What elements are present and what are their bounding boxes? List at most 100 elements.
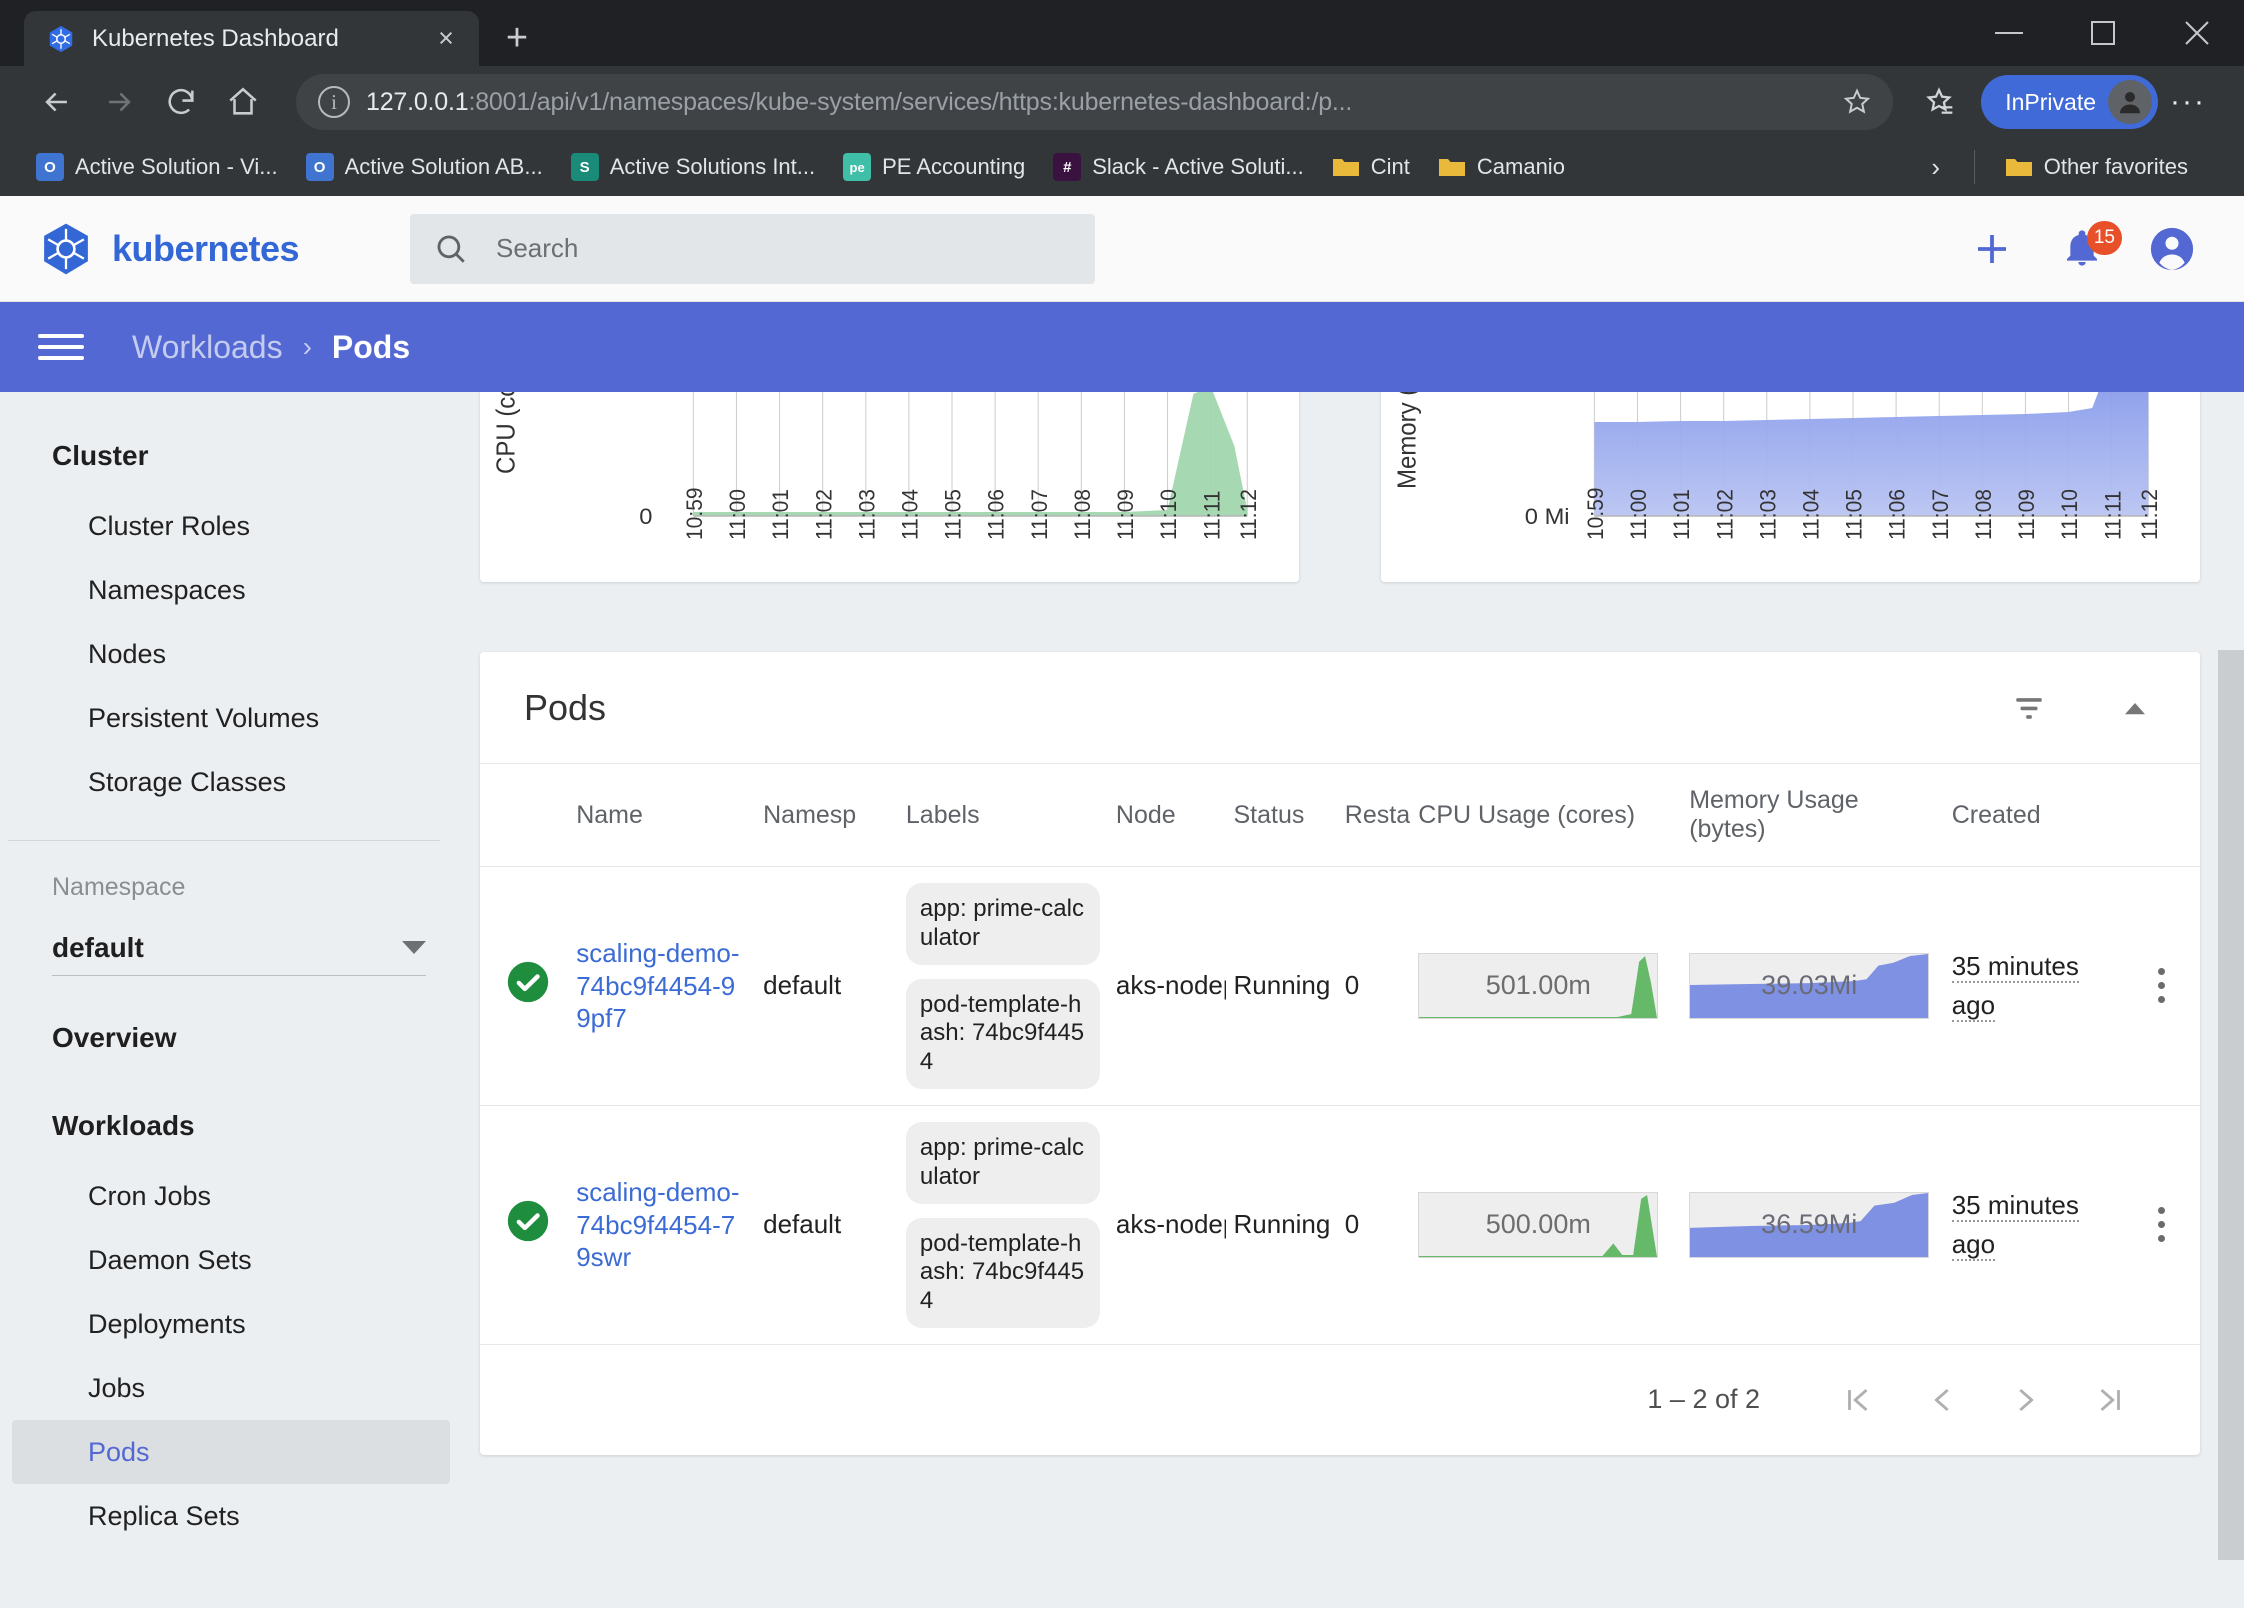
kubernetes-icon — [46, 24, 76, 54]
bell-icon[interactable]: 15 — [2058, 220, 2122, 273]
close-icon[interactable]: × — [427, 20, 465, 58]
previous-page-icon[interactable] — [1900, 1358, 1984, 1442]
bookmark-folder[interactable]: Cint — [1318, 144, 1424, 190]
bookmark-item[interactable]: S Active Solutions Int... — [557, 144, 829, 190]
pod-menu-cell — [2122, 866, 2200, 1106]
scrollbar-thumb[interactable] — [2218, 650, 2244, 1560]
search-input[interactable]: Search — [410, 213, 1095, 284]
browser-navbar: i 127.0.0.1:8001/api/v1/namespaces/kube-… — [0, 66, 2244, 138]
svg-text:11:08: 11:08 — [1069, 489, 1095, 540]
pod-name-link[interactable]: scaling-demo-74bc9f4454-99pf7 — [576, 938, 739, 1033]
account-avatar-icon[interactable] — [2108, 80, 2152, 124]
sidebar-item-persistent-volumes[interactable]: Persistent Volumes — [12, 686, 450, 750]
sidebar-item-namespaces[interactable]: Namespaces — [12, 558, 450, 622]
page-scrollbar[interactable] — [2218, 392, 2244, 1608]
cpu-sparkline: 501.00m — [1418, 952, 1659, 1019]
svg-text:11:01: 11:01 — [1668, 489, 1694, 540]
namespace-select[interactable]: default — [52, 920, 426, 976]
svg-text:11:08: 11:08 — [1970, 489, 1996, 540]
account-circle-icon[interactable] — [2148, 225, 2196, 273]
sidebar-item-pods[interactable]: Pods — [12, 1420, 450, 1484]
bookmark-item[interactable]: O Active Solution - Vi... — [22, 144, 292, 190]
chevron-up-icon[interactable] — [2112, 685, 2158, 731]
info-icon[interactable]: i — [318, 86, 350, 118]
svg-text:11:00: 11:00 — [1625, 489, 1651, 540]
sidebar-item-storage-classes[interactable]: Storage Classes — [12, 750, 450, 814]
pod-restarts: 0 — [1344, 1209, 1360, 1240]
back-icon[interactable] — [26, 71, 88, 133]
favorite-star-icon[interactable] — [1831, 76, 1883, 128]
th-name[interactable]: Name — [568, 764, 755, 867]
table-row[interactable]: scaling-demo-74bc9f4454-99pf7 default ap… — [480, 866, 2200, 1106]
check-circle-icon — [506, 1201, 550, 1249]
breadcrumb-parent[interactable]: Workloads — [132, 329, 283, 366]
address-bar[interactable]: i 127.0.0.1:8001/api/v1/namespaces/kube-… — [296, 74, 1894, 130]
browser-tab[interactable]: Kubernetes Dashboard × — [24, 11, 479, 66]
pod-name-link[interactable]: scaling-demo-74bc9f4454-79swr — [576, 1177, 739, 1272]
last-page-icon[interactable] — [2068, 1358, 2152, 1442]
hamburger-menu-icon[interactable] — [38, 324, 84, 370]
other-favorites-folder[interactable]: Other favorites — [1991, 144, 2202, 190]
pod-node-cell: aks-nodepoo 178628 vmss00 — [1107, 866, 1226, 1106]
th-cpu-usage[interactable]: CPU Usage (cores) — [1410, 764, 1681, 867]
label-chip: pod-template-hash: 74bc9f4454 — [905, 978, 1100, 1089]
app-toolbar: Workloads › Pods — [0, 302, 2244, 392]
sidebar-item-replica-sets[interactable]: Replica Sets — [12, 1484, 450, 1548]
reload-icon[interactable] — [150, 71, 212, 133]
maximize-icon[interactable] — [2056, 0, 2150, 66]
label-chip: app: prime-calculator — [905, 1121, 1100, 1204]
folder-icon — [1438, 153, 1466, 181]
next-page-icon[interactable] — [1984, 1358, 2068, 1442]
svg-text:10:59: 10:59 — [681, 487, 707, 540]
home-icon[interactable] — [212, 71, 274, 133]
kebab-menu-icon[interactable] — [2130, 1207, 2192, 1243]
browser-more-icon[interactable]: ··· — [2158, 72, 2218, 132]
app-logo[interactable]: kubernetes — [38, 221, 338, 277]
svg-text:11:10: 11:10 — [1155, 489, 1181, 540]
th-created[interactable]: Created — [1944, 764, 2123, 867]
th-memory-usage[interactable]: Memory Usage (bytes) — [1681, 764, 1944, 867]
bookmarks-overflow-icon[interactable]: › — [1914, 145, 1958, 189]
svg-text:11:06: 11:06 — [983, 489, 1009, 540]
sidebar-group-overview[interactable]: Overview — [0, 976, 470, 1076]
pods-card-actions — [2006, 685, 2158, 731]
svg-text:11:09: 11:09 — [1112, 489, 1138, 540]
minimize-icon[interactable] — [1962, 0, 2056, 66]
pod-namespace-cell: default — [755, 866, 898, 1106]
pod-restarts-cell: 0 — [1336, 866, 1411, 1106]
sidebar-item-deployments[interactable]: Deployments — [12, 1292, 450, 1356]
sidebar-item-jobs[interactable]: Jobs — [12, 1356, 450, 1420]
th-labels[interactable]: Labels — [898, 764, 1108, 867]
bookmark-label: Slack - Active Soluti... — [1092, 154, 1304, 179]
plus-icon[interactable] — [1968, 225, 2016, 273]
sidebar-item-daemon-sets[interactable]: Daemon Sets — [12, 1228, 450, 1292]
table-row[interactable]: scaling-demo-74bc9f4454-79swr default ap… — [480, 1105, 2200, 1345]
sidebar-item-cron-jobs[interactable]: Cron Jobs — [12, 1164, 450, 1228]
bookmark-item[interactable]: pe PE Accounting — [829, 144, 1039, 190]
browser-window: Kubernetes Dashboard × + i 127.0.0.1:800… — [0, 0, 2244, 1608]
bookmark-folder[interactable]: Camanio — [1424, 144, 1579, 190]
sidebar-item-cluster-roles[interactable]: Cluster Roles — [12, 494, 450, 558]
bookmark-item[interactable]: O Active Solution AB... — [292, 144, 557, 190]
svg-text:11:12: 11:12 — [2136, 489, 2162, 540]
bookmark-label: PE Accounting — [882, 154, 1026, 179]
collections-icon[interactable] — [1911, 74, 1967, 130]
inprivate-indicator[interactable]: InPrivate — [1981, 75, 2158, 129]
th-namespace[interactable]: Namesp — [755, 764, 898, 867]
pagination: 1 – 2 of 2 — [480, 1345, 2200, 1455]
close-window-icon[interactable] — [2150, 0, 2244, 66]
th-restarts[interactable]: Restarts — [1337, 764, 1411, 867]
app-logo-text: kubernetes — [112, 227, 300, 269]
sidebar-item-nodes[interactable]: Nodes — [12, 622, 450, 686]
pod-created: 35 minutes ago — [1951, 1189, 2079, 1261]
th-node[interactable]: Node — [1108, 764, 1226, 867]
check-circle-icon — [506, 962, 550, 1010]
first-page-icon[interactable] — [1816, 1358, 1900, 1442]
kebab-menu-icon[interactable] — [2130, 968, 2192, 1004]
svg-text:11:11: 11:11 — [1199, 491, 1225, 540]
th-status[interactable]: Status — [1226, 764, 1337, 867]
forward-icon[interactable] — [88, 71, 150, 133]
bookmark-item[interactable]: # Slack - Active Soluti... — [1039, 144, 1318, 190]
filter-icon[interactable] — [2006, 685, 2052, 731]
new-tab-button[interactable]: + — [493, 14, 541, 62]
